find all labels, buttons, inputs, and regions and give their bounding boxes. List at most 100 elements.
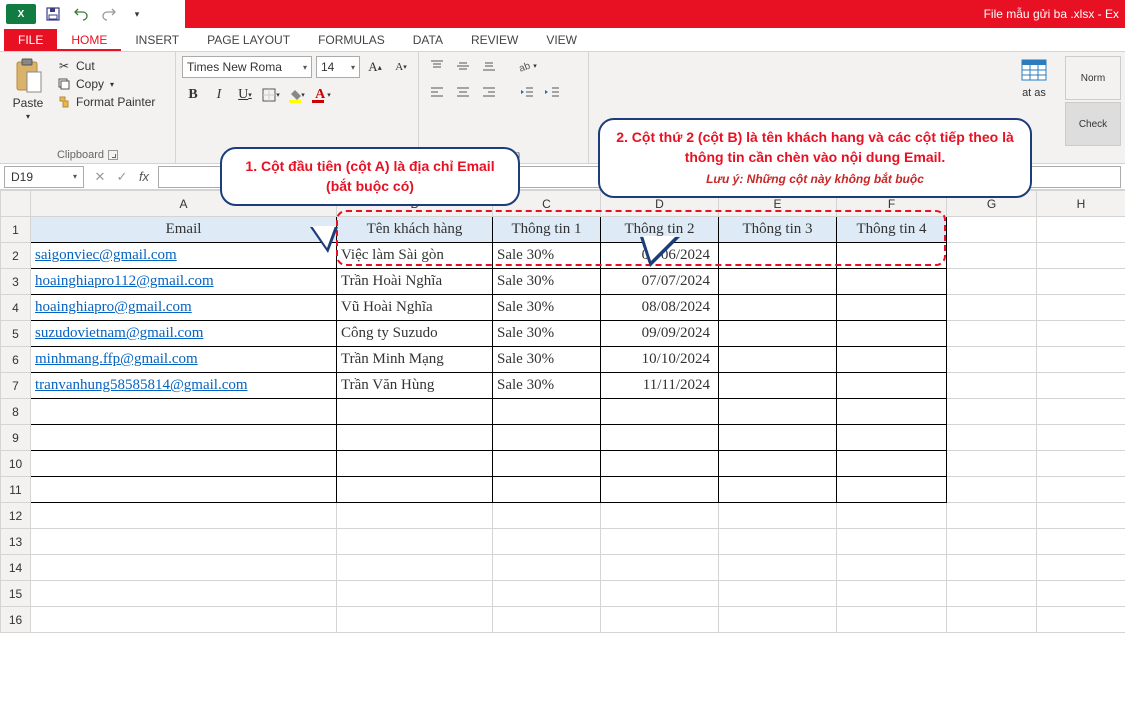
redo-icon[interactable]	[98, 4, 120, 24]
cell[interactable]	[601, 607, 719, 633]
cell[interactable]	[947, 347, 1037, 373]
cell[interactable]	[493, 503, 601, 529]
select-all-corner[interactable]	[1, 191, 31, 217]
cell[interactable]	[719, 451, 837, 477]
cell[interactable]	[837, 425, 947, 451]
cell[interactable]	[837, 529, 947, 555]
cell[interactable]	[1037, 347, 1125, 373]
email-link[interactable]: saigonviec@gmail.com	[35, 247, 177, 263]
cell[interactable]	[719, 373, 837, 399]
tab-formulas[interactable]: FORMULAS	[304, 29, 399, 51]
cell-style-normal[interactable]: Norm	[1065, 56, 1121, 100]
cell[interactable]	[719, 503, 837, 529]
cell[interactable]	[493, 581, 601, 607]
increase-font-button[interactable]: A▴	[364, 56, 386, 78]
cell[interactable]	[947, 503, 1037, 529]
cell[interactable]	[337, 425, 493, 451]
tab-page-layout[interactable]: PAGE LAYOUT	[193, 29, 304, 51]
cell[interactable]	[719, 243, 837, 269]
cell[interactable]	[337, 529, 493, 555]
cell[interactable]	[837, 477, 947, 503]
col-header-H[interactable]: H	[1037, 191, 1125, 217]
dialog-launcher-icon[interactable]	[108, 150, 118, 160]
cancel-formula-button[interactable]: ✕	[90, 167, 110, 187]
cell[interactable]	[947, 607, 1037, 633]
copy-button[interactable]: Copy▾	[54, 76, 157, 92]
cell[interactable]	[493, 399, 601, 425]
cell[interactable]	[719, 347, 837, 373]
cell[interactable]	[1037, 529, 1125, 555]
row-header[interactable]: 2	[1, 243, 31, 269]
row-header[interactable]: 3	[1, 269, 31, 295]
row-header[interactable]: 9	[1, 425, 31, 451]
insert-function-button[interactable]: fx	[134, 167, 154, 187]
decrease-indent-button[interactable]	[515, 82, 539, 102]
email-link[interactable]: minhmang.ffp@gmail.com	[35, 351, 198, 367]
increase-indent-button[interactable]	[541, 82, 565, 102]
cell[interactable]	[1037, 295, 1125, 321]
row-header[interactable]: 13	[1, 529, 31, 555]
bold-button[interactable]: B	[182, 84, 204, 106]
cell[interactable]	[601, 477, 719, 503]
cell[interactable]	[337, 503, 493, 529]
cell[interactable]	[601, 451, 719, 477]
font-color-button[interactable]: A▾	[312, 84, 334, 106]
cell[interactable]	[601, 425, 719, 451]
cell[interactable]	[947, 399, 1037, 425]
cell[interactable]	[31, 503, 337, 529]
border-button[interactable]: ▾	[260, 84, 282, 106]
cell[interactable]: Công ty Suzudo	[337, 321, 493, 347]
cell[interactable]	[493, 529, 601, 555]
cell[interactable]: Email	[31, 217, 337, 243]
cell[interactable]	[837, 399, 947, 425]
paste-button[interactable]: Paste ▾	[6, 56, 50, 121]
cell[interactable]	[31, 399, 337, 425]
cell[interactable]	[837, 373, 947, 399]
cell[interactable]	[31, 477, 337, 503]
row-header[interactable]: 4	[1, 295, 31, 321]
save-icon[interactable]	[42, 4, 64, 24]
cell[interactable]	[1037, 399, 1125, 425]
cell[interactable]	[947, 217, 1037, 243]
cell[interactable]	[1037, 217, 1125, 243]
cell[interactable]: 11/11/2024	[601, 373, 719, 399]
cell[interactable]	[719, 425, 837, 451]
cell[interactable]	[337, 451, 493, 477]
cell[interactable]	[947, 529, 1037, 555]
row-header[interactable]: 12	[1, 503, 31, 529]
cell[interactable]	[493, 555, 601, 581]
cell[interactable]	[1037, 425, 1125, 451]
cell[interactable]	[493, 607, 601, 633]
cell[interactable]	[1037, 503, 1125, 529]
cell[interactable]	[719, 477, 837, 503]
cell-email[interactable]: suzudovietnam@gmail.com	[31, 321, 337, 347]
cell[interactable]	[719, 529, 837, 555]
row-header[interactable]: 14	[1, 555, 31, 581]
cell-email[interactable]: hoainghiapro112@gmail.com	[31, 269, 337, 295]
italic-button[interactable]: I	[208, 84, 230, 106]
row-header[interactable]: 5	[1, 321, 31, 347]
cell[interactable]: Sale 30%	[493, 243, 601, 269]
orientation-button[interactable]: ab▾	[515, 56, 539, 76]
cell[interactable]	[947, 555, 1037, 581]
cell[interactable]	[1037, 243, 1125, 269]
cell[interactable]	[1037, 607, 1125, 633]
cell[interactable]	[837, 295, 947, 321]
cell[interactable]	[493, 451, 601, 477]
cell[interactable]	[947, 243, 1037, 269]
cell[interactable]	[601, 529, 719, 555]
cell[interactable]	[719, 555, 837, 581]
cell[interactable]	[337, 607, 493, 633]
cell-email[interactable]: minhmang.ffp@gmail.com	[31, 347, 337, 373]
cell[interactable]: Thông tin 3	[719, 217, 837, 243]
row-header[interactable]: 10	[1, 451, 31, 477]
align-right-button[interactable]	[477, 82, 501, 102]
cell[interactable]: Tên khách hàng	[337, 217, 493, 243]
cell[interactable]	[31, 555, 337, 581]
cell[interactable]	[837, 269, 947, 295]
tab-review[interactable]: REVIEW	[457, 29, 532, 51]
email-link[interactable]: suzudovietnam@gmail.com	[35, 325, 203, 341]
cell[interactable]: 09/09/2024	[601, 321, 719, 347]
cell[interactable]	[947, 425, 1037, 451]
cell[interactable]	[1037, 477, 1125, 503]
